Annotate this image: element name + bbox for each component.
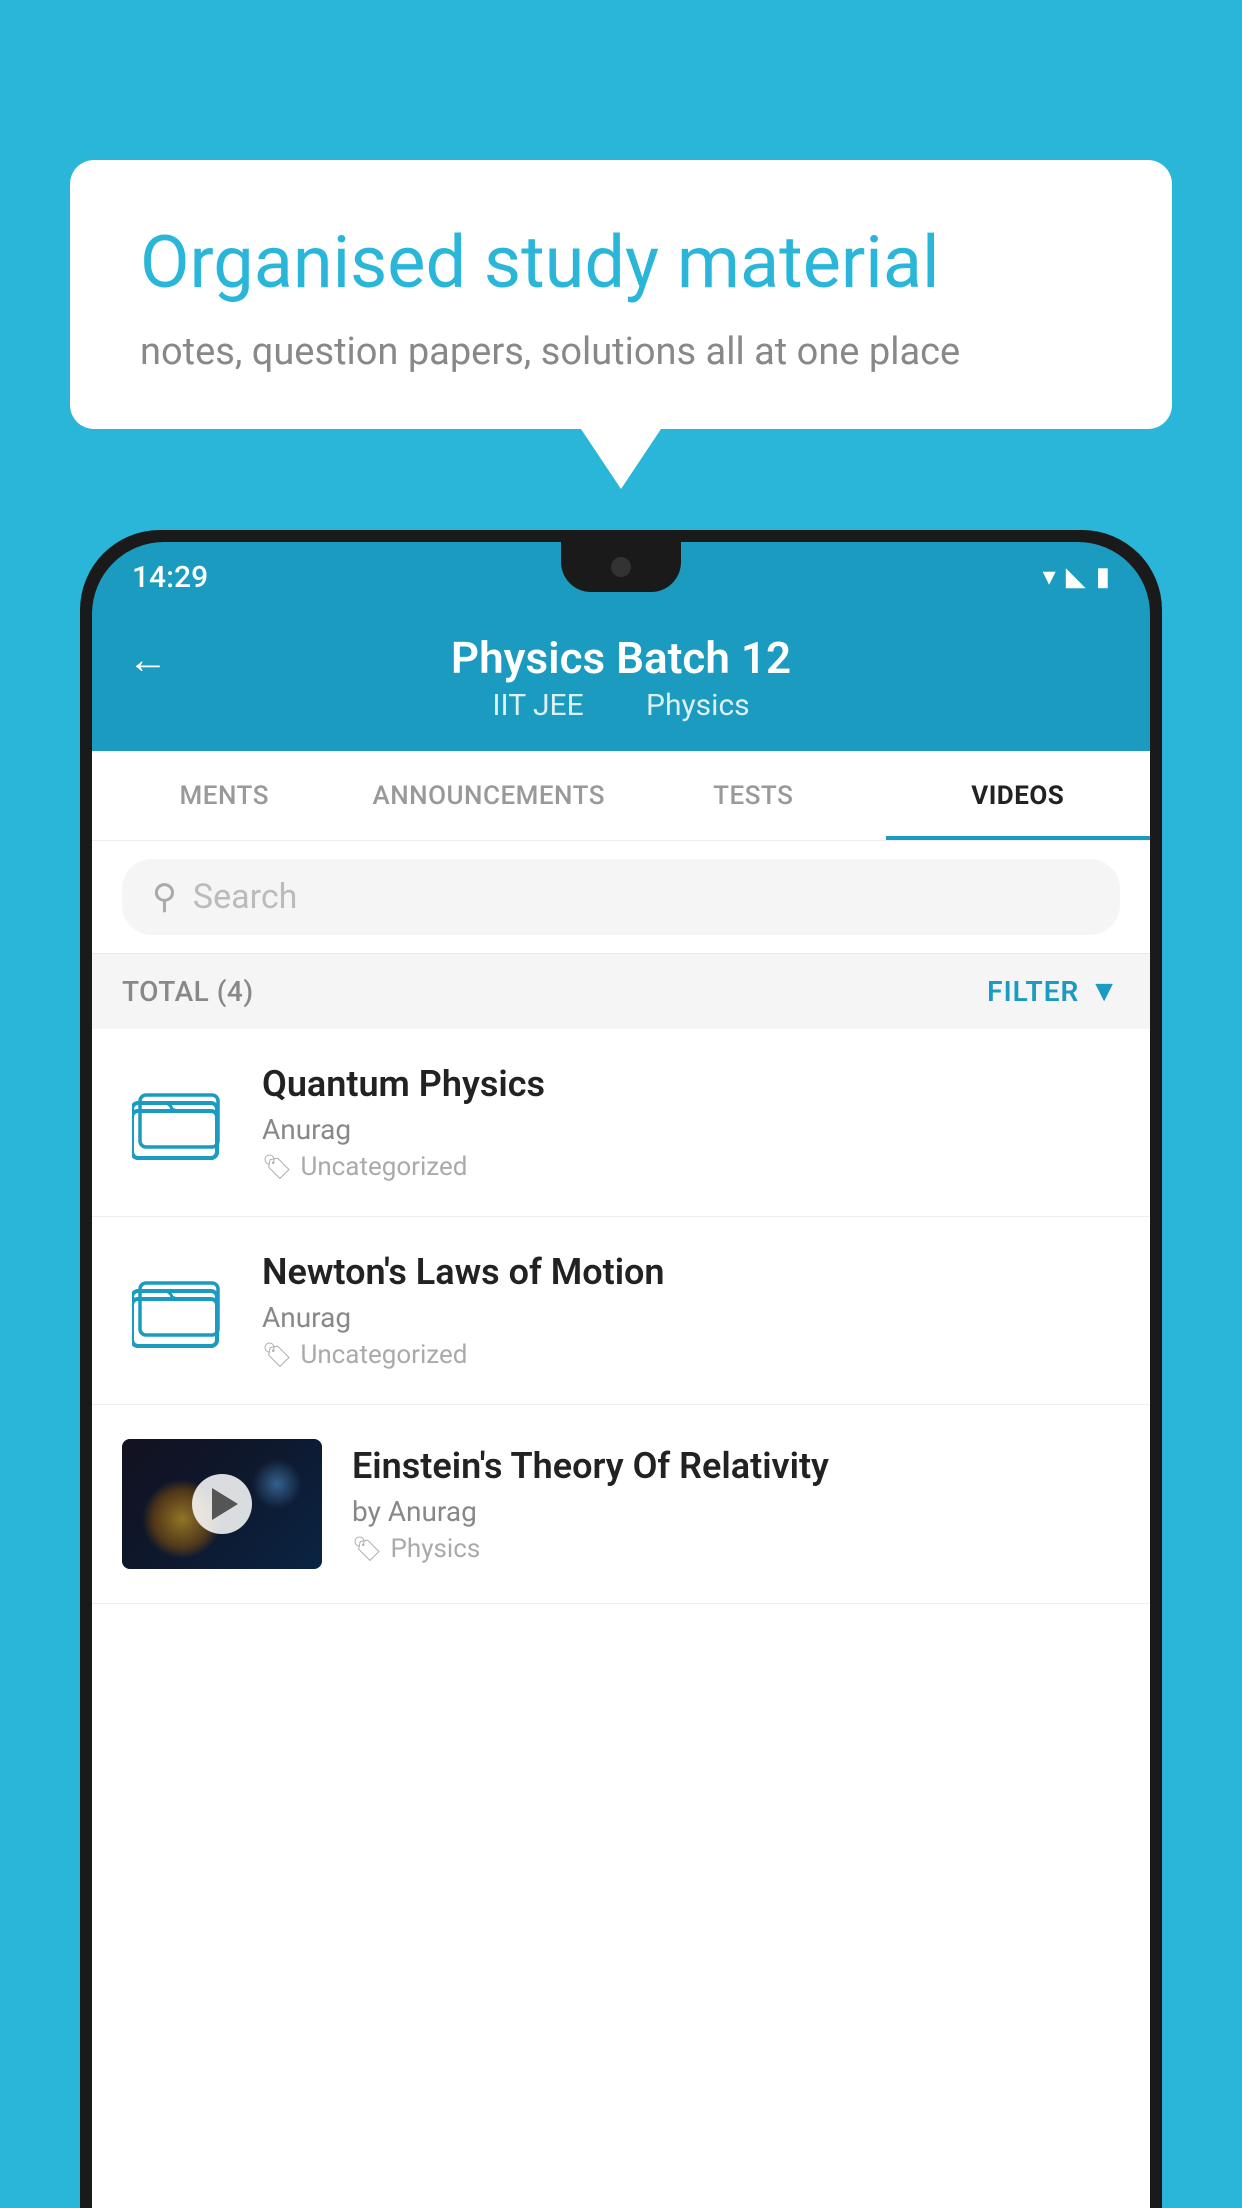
item-author: Anurag <box>262 1301 1120 1334</box>
wifi-icon: ▾ <box>1043 562 1056 592</box>
speech-bubble-card: Organised study material notes, question… <box>70 160 1172 489</box>
tag-icon: 🏷 <box>352 1535 382 1563</box>
header-title: Physics Batch 12 <box>451 632 791 684</box>
tab-ments[interactable]: MENTS <box>92 751 357 840</box>
item-title: Newton's Laws of Motion <box>262 1251 1120 1293</box>
speech-bubble-tail <box>581 429 661 489</box>
tag-label: Uncategorized <box>300 1340 467 1370</box>
speech-bubble-subtitle: notes, question papers, solutions all at… <box>140 330 1102 374</box>
battery-icon: ▮ <box>1096 562 1110 592</box>
folder-icon-wrap <box>122 1256 232 1366</box>
camera-dot <box>611 557 631 577</box>
search-bar[interactable]: ⚲ Search <box>122 859 1120 935</box>
filter-label: FILTER <box>987 975 1079 1008</box>
video-thumbnail <box>122 1439 322 1569</box>
search-placeholder-text: Search <box>193 877 297 917</box>
folder-icon <box>132 1271 222 1351</box>
search-icon: ⚲ <box>152 877 177 917</box>
item-author: Anurag <box>262 1113 1120 1146</box>
speech-bubble-title: Organised study material <box>140 220 1102 306</box>
play-triangle <box>212 1488 238 1520</box>
video-list: Quantum Physics Anurag 🏷 Uncategorized <box>92 1029 1150 1604</box>
search-bar-wrapper: ⚲ Search <box>92 841 1150 954</box>
list-item[interactable]: Einstein's Theory Of Relativity by Anura… <box>92 1405 1150 1604</box>
tab-tests[interactable]: TESTS <box>621 751 886 840</box>
app-header: ← Physics Batch 12 IIT JEE Physics <box>92 612 1150 751</box>
subtitle-sep <box>611 688 626 723</box>
phone-screen: ← Physics Batch 12 IIT JEE Physics MENTS… <box>92 612 1150 2208</box>
tag-icon: 🏷 <box>262 1341 292 1369</box>
subtitle-iit: IIT JEE <box>492 688 583 723</box>
tab-videos[interactable]: VIDEOS <box>886 751 1151 840</box>
notch <box>561 542 681 592</box>
list-item-info: Einstein's Theory Of Relativity by Anura… <box>352 1445 1120 1564</box>
list-item-info: Quantum Physics Anurag 🏷 Uncategorized <box>262 1063 1120 1182</box>
total-filter-bar: TOTAL (4) FILTER ▼ <box>92 954 1150 1029</box>
subtitle-physics: Physics <box>646 688 750 723</box>
item-tag: 🏷 Physics <box>352 1534 1120 1564</box>
folder-icon-wrap <box>122 1068 232 1178</box>
tab-bar: MENTS ANNOUNCEMENTS TESTS VIDEOS <box>92 751 1150 841</box>
back-button[interactable]: ← <box>128 636 168 683</box>
header-subtitle: IIT JEE Physics <box>482 688 759 723</box>
list-item[interactable]: Quantum Physics Anurag 🏷 Uncategorized <box>92 1029 1150 1217</box>
item-tag: 🏷 Uncategorized <box>262 1340 1120 1370</box>
speech-bubble-box: Organised study material notes, question… <box>70 160 1172 429</box>
filter-button[interactable]: FILTER ▼ <box>987 974 1120 1009</box>
status-bar: 14:29 ▾ ◣ ▮ <box>92 542 1150 612</box>
status-icons: ▾ ◣ ▮ <box>1043 562 1110 592</box>
status-time: 14:29 <box>132 560 208 595</box>
item-tag: 🏷 Uncategorized <box>262 1152 1120 1182</box>
item-author: by Anurag <box>352 1495 1120 1528</box>
list-item[interactable]: Newton's Laws of Motion Anurag 🏷 Uncateg… <box>92 1217 1150 1405</box>
item-title: Quantum Physics <box>262 1063 1120 1105</box>
tag-label: Physics <box>390 1534 480 1564</box>
tag-icon: 🏷 <box>262 1153 292 1181</box>
filter-icon: ▼ <box>1089 974 1120 1009</box>
tab-announcements[interactable]: ANNOUNCEMENTS <box>357 751 622 840</box>
play-button[interactable] <box>192 1474 252 1534</box>
item-title: Einstein's Theory Of Relativity <box>352 1445 1120 1487</box>
list-item-info: Newton's Laws of Motion Anurag 🏷 Uncateg… <box>262 1251 1120 1370</box>
tag-label: Uncategorized <box>300 1152 467 1182</box>
folder-icon <box>132 1083 222 1163</box>
signal-icon: ◣ <box>1066 562 1086 592</box>
phone-inner: 14:29 ▾ ◣ ▮ ← Physics Batch 12 IIT JEE P… <box>92 542 1150 2208</box>
phone-frame: 14:29 ▾ ◣ ▮ ← Physics Batch 12 IIT JEE P… <box>80 530 1162 2208</box>
total-count: TOTAL (4) <box>122 975 254 1008</box>
